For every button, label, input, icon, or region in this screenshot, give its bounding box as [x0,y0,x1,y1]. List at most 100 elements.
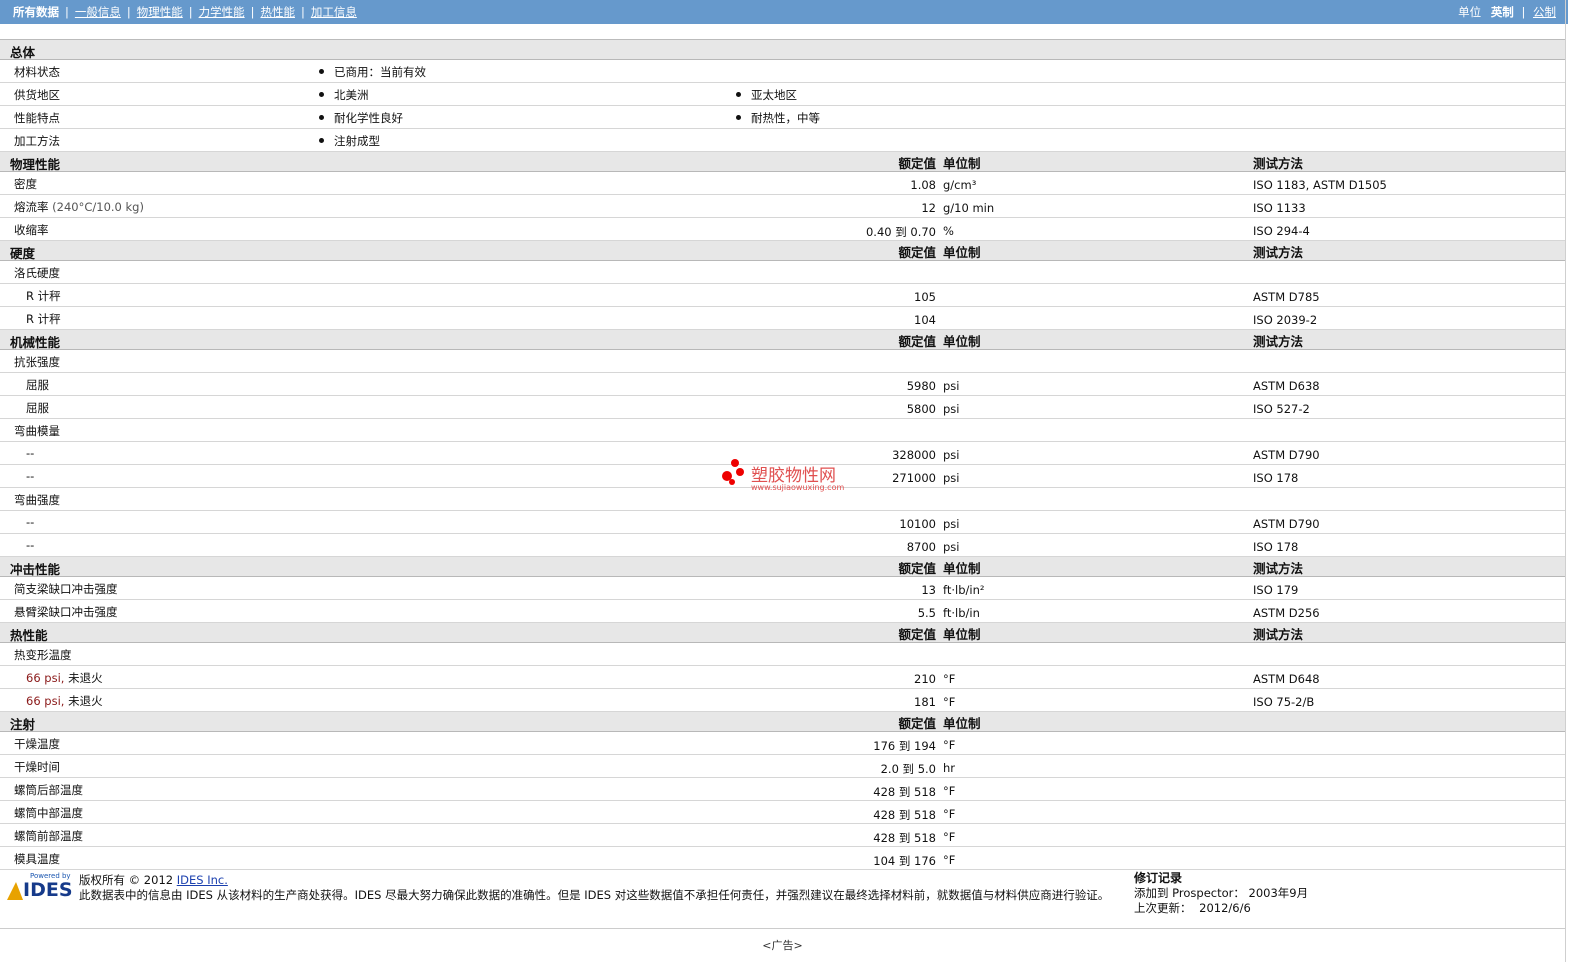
header-unit: 单位制 [943,245,981,260]
property-method: ISO 527-2 [1253,402,1310,416]
nav-item-2[interactable]: 物理性能 [137,4,183,20]
bullet-icon [319,138,324,143]
revision-added: 添加到 Prospector： 2003年9月 [1134,886,1308,901]
property-unit: °F [943,830,956,844]
property-value: 105 [914,290,936,304]
property-row: -- 8700 psi ISO 178 [0,534,1565,557]
section-title: 物理性能 [10,157,61,172]
top-nav-bar: 所有数据 | 一般信息 | 物理性能 | 力学性能 | 热性能 | 加工信息 单位 英制 | 公制 [0,0,1568,24]
property-value: 428 到 518 [873,831,936,845]
property-unit: psi [943,448,960,462]
nav-item-3[interactable]: 力学性能 [199,4,245,20]
general-value: 注射成型 [319,133,380,149]
property-row: 干燥时间 2.0 到 5.0 hr [0,755,1565,778]
property-row: 简支梁缺口冲击强度 13 ft·lb/in² ISO 179 [0,577,1565,600]
section-title: 硬度 [10,246,36,261]
property-method: ISO 2039-2 [1253,313,1318,327]
property-unit: g/cm³ [943,178,977,192]
ad-label: <广告> [762,939,803,952]
nav-item-0: 所有数据 [13,5,59,19]
nav-item-5[interactable]: 加工信息 [311,4,357,20]
header-unit: 单位制 [943,334,981,349]
property-row: 抗张强度 [0,350,1565,373]
nav-separator: | [126,5,131,19]
property-label: 屈服 [26,377,49,393]
revision-updated: 上次更新： 2012/6/6 [1134,901,1308,916]
property-label-text: -- [26,446,35,460]
property-label: 屈服 [26,400,49,416]
property-row: 悬臂梁缺口冲击强度 5.5 ft·lb/in ASTM D256 [0,600,1565,623]
property-row: R 计秤 104 ISO 2039-2 [0,307,1565,330]
property-method: ASTM D648 [1253,672,1320,686]
property-method: ISO 178 [1253,471,1299,485]
section-nav: 所有数据 | 一般信息 | 物理性能 | 力学性能 | 热性能 | 加工信息 [13,4,357,20]
property-method: ASTM D790 [1253,517,1320,531]
general-value-text: 已商用：当前有效 [334,65,426,79]
property-row: 螺筒前部温度 428 到 518 °F [0,824,1565,847]
general-value-text: 耐热性，中等 [751,111,820,125]
header-method: 测试方法 [1253,627,1304,642]
header-method: 测试方法 [1253,334,1304,349]
general-label: 性能特点 [14,111,60,125]
header-value: 额定值 [898,245,936,260]
logo-text: IDES [23,879,73,901]
property-label-text: 屈服 [26,378,49,392]
property-label: 密度 [14,176,37,192]
units-label: 单位 [1458,5,1482,19]
property-row: 66 psi, 未退火 210 °F ASTM D648 [0,666,1565,689]
nav-item-1[interactable]: 一般信息 [75,4,121,20]
header-value: 额定值 [898,627,936,642]
property-label-text: 收缩率 [14,223,49,237]
property-unit: ft·lb/in² [943,583,985,597]
general-value: 耐化学性良好 [319,110,403,126]
nav-separator: | [250,5,255,19]
section-header: 硬度 额定值 单位制 测试方法 [0,241,1565,261]
property-label: 收缩率 [14,222,49,238]
property-unit: hr [943,761,956,775]
ides-logo-icon [7,882,23,900]
header-value: 额定值 [898,156,936,171]
property-label: 熔流率 (240°C/10.0 kg) [14,199,144,215]
section-header: 注射 额定值 单位制 [0,712,1565,732]
property-row: R 计秤 105 ASTM D785 [0,284,1565,307]
header-method: 测试方法 [1253,561,1304,576]
property-value: 176 到 194 [873,739,936,753]
ides-link[interactable]: IDES Inc. [177,873,228,887]
property-value: 0.40 到 0.70 [865,225,936,239]
property-value: 428 到 518 [873,785,936,799]
property-label: -- [26,446,34,460]
unit-switcher: 单位 英制 | 公制 [1458,4,1556,20]
property-label-text: 未退火 [64,671,103,685]
property-unit: °F [943,738,956,752]
property-condition: 66 psi, [26,671,65,685]
added-value: 2003年9月 [1248,886,1309,900]
property-row: 熔流率 (240°C/10.0 kg) 12 g/10 min ISO 1133 [0,195,1565,218]
property-unit: °F [943,672,956,686]
general-value-text: 亚太地区 [751,88,797,102]
property-method: ASTM D790 [1253,448,1320,462]
general-value: 已商用：当前有效 [319,64,426,80]
property-unit: psi [943,471,960,485]
property-method: ISO 294-4 [1253,224,1310,238]
general-row: 性能特点 耐化学性良好 耐热性，中等 [0,106,1565,129]
nav-item-4[interactable]: 热性能 [261,4,296,20]
general-value-text: 耐化学性良好 [334,111,403,125]
property-label-text: 熔流率 [14,200,49,214]
property-label: -- [26,515,34,529]
property-row: 热变形温度 [0,643,1565,666]
units-metric-link[interactable]: 公制 [1533,5,1556,19]
property-value: 1.08 [910,178,936,192]
property-value: 271000 [892,471,936,485]
property-label: 干燥时间 [14,759,60,775]
nav-separator: | [188,5,193,19]
property-label-text: 简支梁缺口冲击强度 [14,582,118,596]
property-unit: °F [943,807,956,821]
property-value: 210 [914,672,936,686]
property-label-text: R 计秤 [26,289,61,303]
property-label: -- [26,538,34,552]
property-label-text: R 计秤 [26,312,61,326]
property-value: 104 [914,313,936,327]
property-value: 13 [921,583,936,597]
bullet-icon [736,92,741,97]
section-header: 冲击性能 额定值 单位制 测试方法 [0,557,1565,577]
